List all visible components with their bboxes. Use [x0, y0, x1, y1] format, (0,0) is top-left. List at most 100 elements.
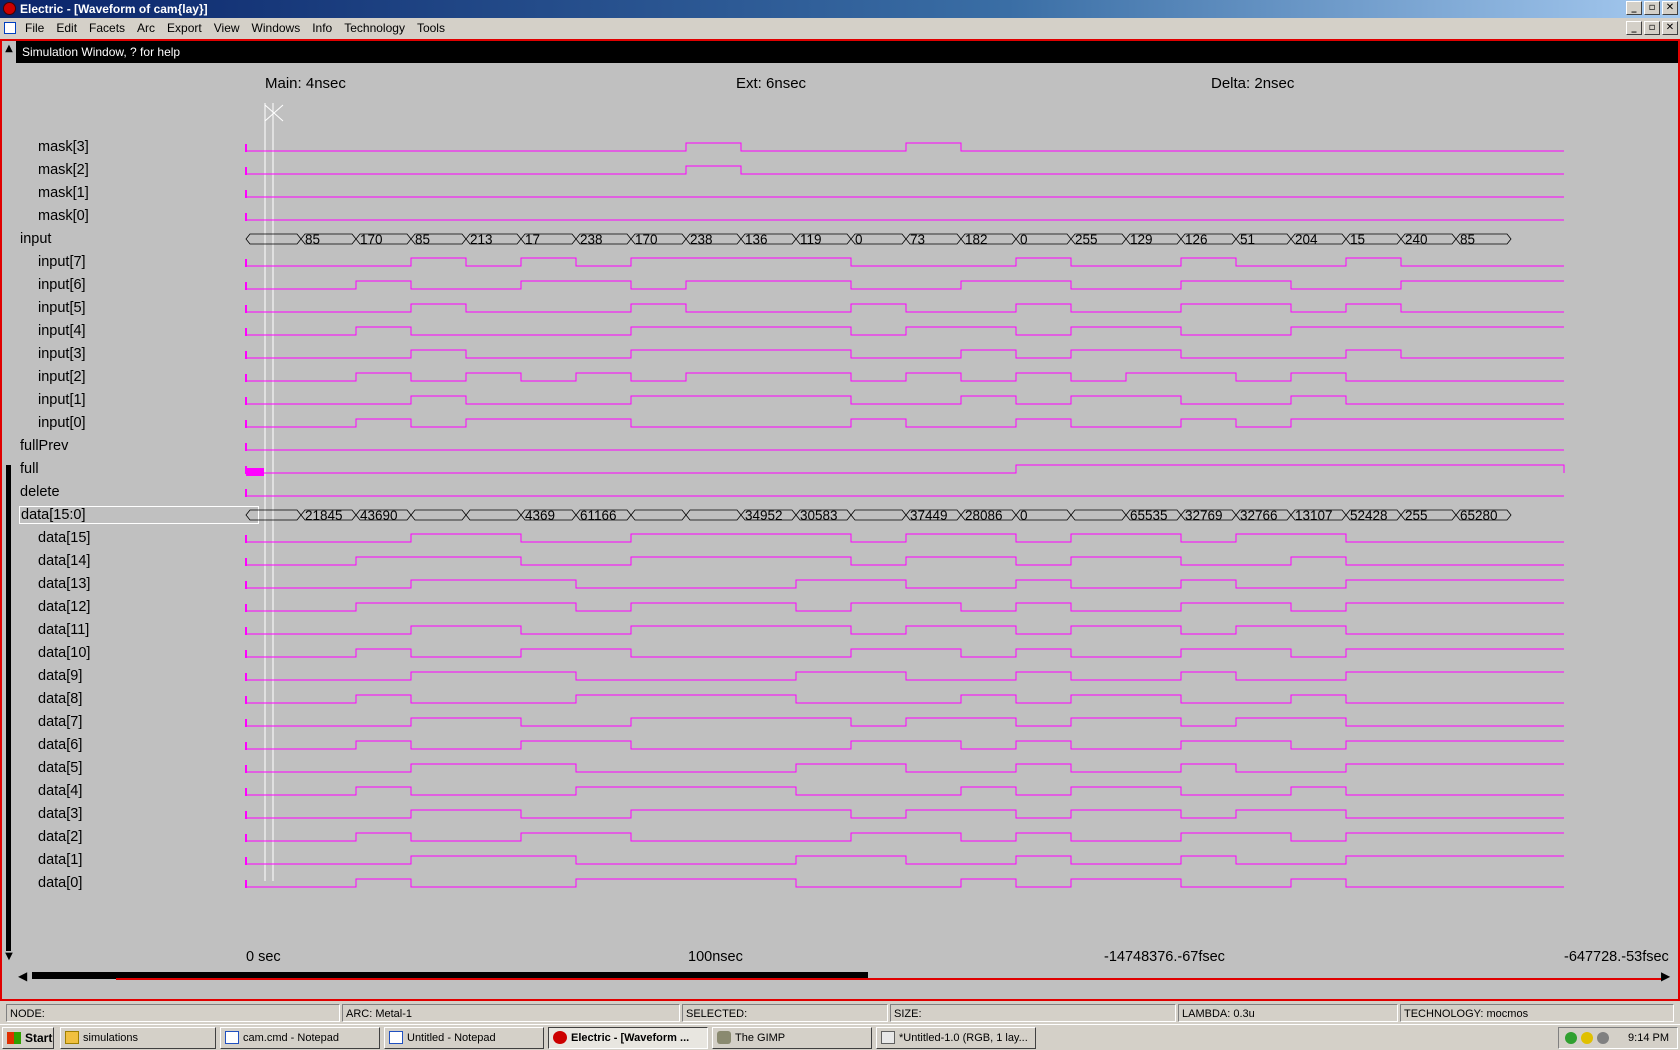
waveform-trace [246, 855, 1564, 865]
scroll-down-arrow-icon[interactable]: ▼ [4, 951, 14, 963]
network-tray-icon[interactable] [1565, 1032, 1577, 1044]
folder-icon [65, 1031, 79, 1044]
close-button[interactable]: ✕ [1662, 1, 1678, 15]
bus-segment [630, 509, 687, 521]
waveform-trace [246, 372, 1564, 382]
title-bar: Electric - [Waveform of cam{lay}] _ ▫ ✕ [0, 0, 1680, 18]
waveform-plot[interactable]: Main: 4nsec Ext: 6nsec Delta: 2nsec mask… [16, 63, 1678, 967]
menu-windows[interactable]: Windows [247, 18, 308, 38]
scroll-right-arrow-icon[interactable]: ▶ [1661, 969, 1670, 983]
menu-file[interactable]: File [20, 18, 51, 38]
waveform-trace [246, 165, 1564, 175]
bus-value-label: 240 [1405, 232, 1428, 247]
scroll-thumb[interactable] [6, 465, 11, 951]
scroll-left-arrow-icon[interactable]: ◀ [18, 969, 27, 983]
maximize-button[interactable]: ▫ [1644, 1, 1660, 15]
waveform-trace [246, 395, 1564, 405]
initial-state-block [246, 468, 264, 476]
bus-value-label: 213 [470, 232, 493, 247]
task-electric[interactable]: Electric - [Waveform ... [548, 1027, 708, 1049]
bus-value-label: 182 [965, 232, 988, 247]
bus-value-label: 170 [360, 232, 383, 247]
axis-label-2: -14748376.-67fsec [1104, 949, 1225, 965]
notepad-icon [389, 1031, 403, 1044]
bus-value-label: 0 [855, 232, 863, 247]
bus-value-label: 136 [745, 232, 768, 247]
waveform-trace [246, 671, 1564, 681]
bus-value-label: 30583 [800, 508, 838, 523]
menu-bar: File Edit Facets Arc Export View Windows… [0, 18, 1680, 38]
waveform-trace [246, 694, 1564, 704]
start-button[interactable]: Start [2, 1027, 54, 1049]
bus-value-label: 126 [1185, 232, 1208, 247]
status-bar: NODE: ARC: Metal-1 SELECTED: SIZE: LAMBD… [0, 1003, 1680, 1023]
vertical-scrollbar[interactable]: ▲ ▼ [2, 41, 16, 999]
volume-tray-icon[interactable] [1597, 1032, 1609, 1044]
scroll-track-marker [116, 978, 1661, 980]
bus-value-label: 51 [1240, 232, 1255, 247]
window-title: Electric - [Waveform of cam{lay}] [20, 2, 208, 16]
bus-segment [850, 509, 907, 521]
security-tray-icon[interactable] [1581, 1032, 1593, 1044]
menu-export[interactable]: Export [162, 18, 209, 38]
task-cam-notepad[interactable]: cam.cmd - Notepad [220, 1027, 380, 1049]
waveform-trace [246, 648, 1564, 658]
scroll-up-arrow-icon[interactable]: ▲ [4, 43, 14, 55]
waveform-trace [246, 326, 1564, 336]
waveform-trace [246, 257, 1564, 267]
menu-technology[interactable]: Technology [339, 18, 412, 38]
bus-value-label: 85 [305, 232, 320, 247]
menu-edit[interactable]: Edit [51, 18, 84, 38]
bus-value-label: 17 [525, 232, 540, 247]
task-simulations[interactable]: simulations [60, 1027, 216, 1049]
horizontal-scrollbar[interactable]: ◀ ▶ [16, 967, 1678, 985]
task-label: Electric - [Waveform ... [571, 1032, 690, 1044]
bus-value-label: 65280 [1460, 508, 1498, 523]
menu-arc[interactable]: Arc [132, 18, 162, 38]
bus-value-label: 13107 [1295, 508, 1333, 523]
bus-value-label: 28086 [965, 508, 1003, 523]
task-gimp[interactable]: The GIMP [712, 1027, 872, 1049]
bus-segment [1070, 509, 1127, 521]
bus-value-label: 204 [1295, 232, 1318, 247]
bus-value-label: 73 [910, 232, 925, 247]
document-icon[interactable] [4, 22, 16, 34]
task-label: The GIMP [735, 1032, 786, 1044]
menu-facets[interactable]: Facets [84, 18, 132, 38]
bus-value-label: 119 [800, 232, 822, 247]
doc-minimize-button[interactable]: _ [1626, 21, 1642, 35]
waveform-trace [246, 556, 1564, 566]
bus-value-label: 129 [1130, 232, 1153, 247]
bus-value-label: 32766 [1240, 508, 1278, 523]
minimize-button[interactable]: _ [1626, 1, 1642, 15]
status-size: SIZE: [890, 1004, 1176, 1022]
waveform-trace [246, 763, 1564, 773]
status-selected: SELECTED: [682, 1004, 888, 1022]
task-untitled-notepad[interactable]: Untitled - Notepad [384, 1027, 544, 1049]
clock[interactable]: 9:14 PM [1628, 1032, 1669, 1044]
bus-value-label: 0 [1020, 232, 1028, 247]
doc-close-button[interactable]: ✕ [1662, 21, 1678, 35]
menu-view[interactable]: View [209, 18, 247, 38]
task-label: Untitled - Notepad [407, 1032, 496, 1044]
bus-value-label: 37449 [910, 508, 948, 523]
doc-restore-button[interactable]: ▫ [1644, 21, 1660, 35]
bus-value-label: 43690 [360, 508, 398, 523]
menu-tools[interactable]: Tools [412, 18, 452, 38]
menu-info[interactable]: Info [307, 18, 339, 38]
waveform-trace [246, 740, 1564, 750]
waveform-canvas[interactable]: 85 170 85 213 17 238 170 238 136 119 0 73 182 0 255 129… [16, 63, 1678, 967]
notepad-icon [225, 1031, 239, 1044]
task-label: simulations [83, 1032, 139, 1044]
task-gimp-image[interactable]: *Untitled-1.0 (RGB, 1 lay... [876, 1027, 1036, 1049]
gimp-icon [717, 1031, 731, 1044]
windows-logo-icon [7, 1032, 21, 1044]
task-label: *Untitled-1.0 (RGB, 1 lay... [899, 1032, 1028, 1044]
start-label: Start [25, 1031, 53, 1045]
waveform-trace [246, 717, 1564, 727]
cursor-marker-icon[interactable] [264, 104, 284, 122]
waveform-trace [246, 418, 1564, 428]
status-arc: ARC: Metal-1 [342, 1004, 680, 1022]
waveform-trace [246, 349, 1564, 359]
bus-value-label: 52428 [1350, 508, 1388, 523]
